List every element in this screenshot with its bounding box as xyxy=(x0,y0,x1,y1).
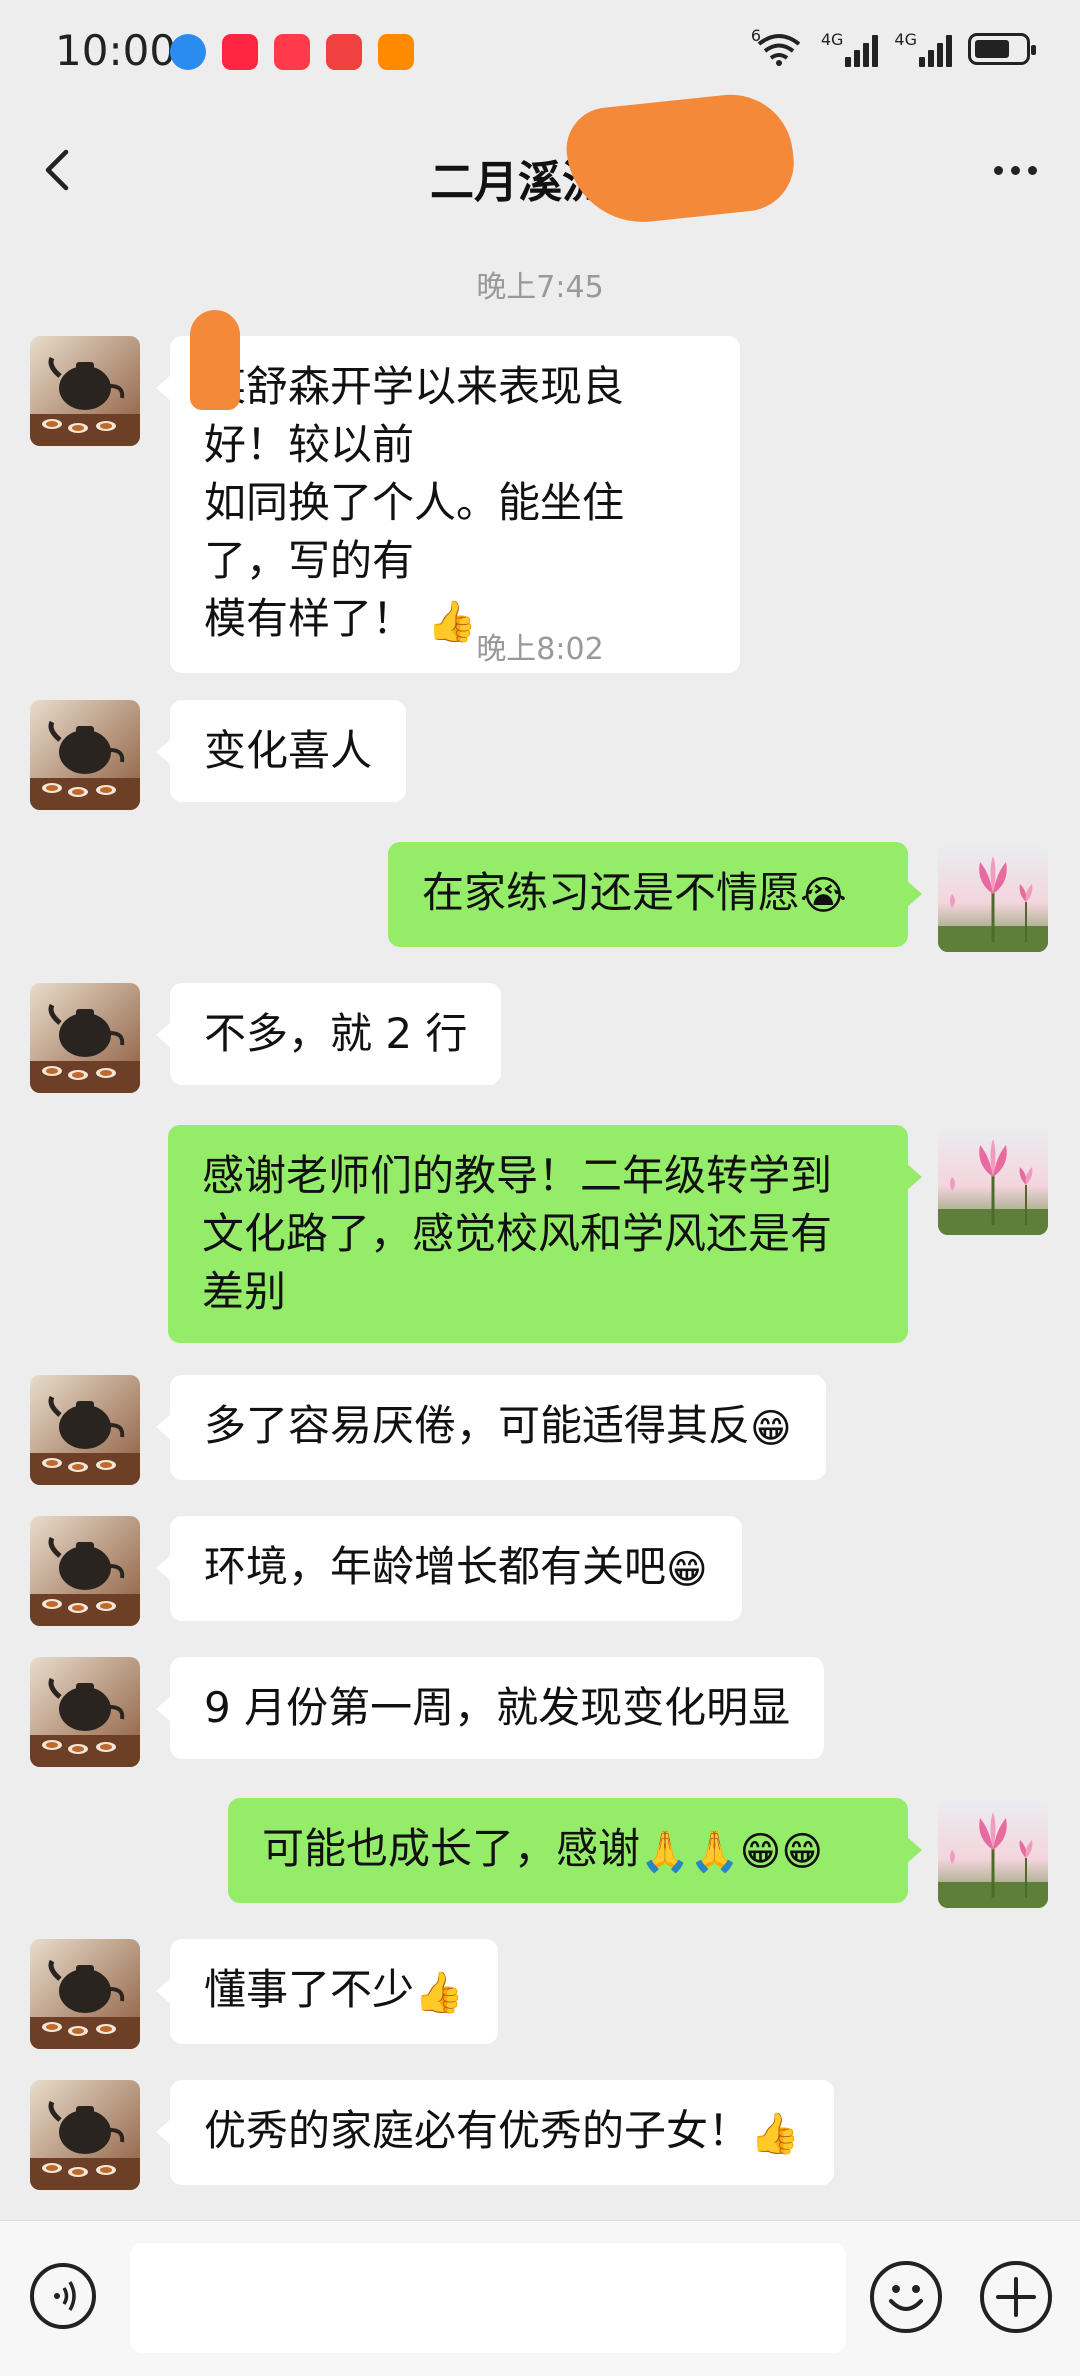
contact-avatar[interactable] xyxy=(30,700,140,810)
signal-bars-icon xyxy=(845,33,879,67)
emoji-button[interactable] xyxy=(870,2261,942,2333)
signal-2: 4G xyxy=(894,30,952,67)
notification-app-icon xyxy=(274,34,310,70)
message-text: 可能也成长了，感谢🙏🙏😁😁 xyxy=(262,1820,874,1881)
wifi-icon: 6 xyxy=(751,26,805,66)
contact-avatar[interactable] xyxy=(30,1657,140,1767)
incoming-message-bubble[interactable]: 多了容易厌倦，可能适得其反😁 xyxy=(156,1375,826,1480)
emoji-sticker-icon: 👍 xyxy=(414,1969,464,2016)
more-icon xyxy=(993,165,1003,175)
emoji-sticker-icon: 😁 xyxy=(666,1546,708,1593)
incoming-message-bubble[interactable]: 9 月份第一周，就发现变化明显 xyxy=(155,1657,825,1759)
emoji-sticker-icon: 👍 xyxy=(750,2110,800,2157)
message-text: 环境，年龄增长都有关吧😁 xyxy=(204,1538,708,1599)
emoji-icon xyxy=(889,2285,923,2311)
more-button[interactable] xyxy=(980,140,1050,200)
emoji-sticker-icon: 🙏🙏😁😁 xyxy=(640,1828,824,1875)
incoming-message-bubble[interactable]: 不多，就 2 行 xyxy=(155,983,502,1085)
notification-icons xyxy=(170,34,414,70)
notification-app-icon xyxy=(378,34,414,70)
message-text: 某舒森开学以来表现良好！较以前 xyxy=(204,362,625,469)
battery-icon xyxy=(968,32,1036,65)
network-label: 4G xyxy=(894,30,917,49)
status-bar: 10:00 6 4G 4G xyxy=(0,0,1080,110)
message-text: 变化喜人 xyxy=(204,726,373,775)
plus-icon xyxy=(996,2277,1036,2317)
plus-button[interactable] xyxy=(980,2261,1052,2333)
message-text: 感谢老师们的教导！二年级转学到 xyxy=(202,1151,833,1200)
signal-bars-icon xyxy=(919,33,952,67)
outgoing-message-bubble[interactable]: 感谢老师们的教导！二年级转学到 文化路了，感觉校风和学风还是有 差别 xyxy=(168,1125,922,1343)
message-text: 差别 xyxy=(202,1267,287,1316)
message-text: 多了容易厌倦，可能适得其反😁 xyxy=(204,1397,792,1458)
network-label: 4G xyxy=(820,30,844,49)
contact-avatar[interactable] xyxy=(30,983,140,1093)
message-text: 优秀的家庭必有优秀的子女！👍 xyxy=(204,2102,800,2163)
voice-button[interactable] xyxy=(30,2263,96,2329)
emoji-sticker-icon: 😁 xyxy=(750,1405,792,1452)
input-bar xyxy=(0,2220,1080,2376)
contact-avatar[interactable] xyxy=(30,2080,140,2190)
wifi-badge: 6 xyxy=(750,25,762,45)
notification-app-icon xyxy=(170,34,206,70)
timestamp: 晚上8:02 xyxy=(476,632,604,667)
signal-1: 4G xyxy=(821,30,879,67)
incoming-message-bubble[interactable]: 变化喜人 xyxy=(155,700,407,802)
contact-avatar[interactable] xyxy=(30,336,140,446)
message-input[interactable] xyxy=(130,2243,846,2353)
incoming-message-bubble[interactable]: 优秀的家庭必有优秀的子女！👍 xyxy=(156,2080,834,2185)
emoji-sticker-icon: 😭 xyxy=(800,872,847,919)
my-avatar[interactable] xyxy=(938,842,1048,952)
contact-avatar[interactable] xyxy=(30,1375,140,1485)
message-text: 在家练习还是不情愿😭 xyxy=(422,864,874,925)
message-text: 如同换了个人。能坐住了，写的有 xyxy=(204,478,625,585)
timestamp: 晚上7:45 xyxy=(476,270,604,305)
chat-header: 二月溪流宋 xyxy=(0,110,1080,230)
incoming-message-bubble[interactable]: 环境，年龄增长都有关吧😁 xyxy=(156,1516,742,1621)
message-text: 9 月份第一周，就发现变化明显 xyxy=(204,1683,791,1732)
contact-avatar[interactable] xyxy=(30,1939,140,2049)
voice-icon xyxy=(54,2281,76,2311)
redaction-mark xyxy=(190,310,240,410)
chat-title: 二月溪流宋 xyxy=(430,157,650,208)
incoming-message-bubble[interactable]: 某舒森开学以来表现良好！较以前 如同换了个人。能坐住了，写的有 模有样了！ 👍 xyxy=(156,336,740,673)
contact-avatar[interactable] xyxy=(30,1516,140,1626)
incoming-message-bubble[interactable]: 懂事了不少👍 xyxy=(156,1939,498,2044)
outgoing-message-bubble[interactable]: 可能也成长了，感谢🙏🙏😁😁 xyxy=(228,1798,922,1903)
message-text: 不多，就 2 行 xyxy=(204,1009,468,1058)
message-text: 懂事了不少👍 xyxy=(204,1961,464,2022)
my-avatar[interactable] xyxy=(938,1798,1048,1908)
my-avatar[interactable] xyxy=(938,1125,1048,1235)
outgoing-message-bubble[interactable]: 在家练习还是不情愿😭 xyxy=(388,842,922,947)
message-text: 文化路了，感觉校风和学风还是有 xyxy=(202,1209,833,1258)
status-time: 10:00 xyxy=(55,26,177,75)
status-indicators: 6 4G 4G xyxy=(751,26,1036,67)
notification-app-icon xyxy=(326,34,362,70)
notification-app-icon xyxy=(222,34,258,70)
